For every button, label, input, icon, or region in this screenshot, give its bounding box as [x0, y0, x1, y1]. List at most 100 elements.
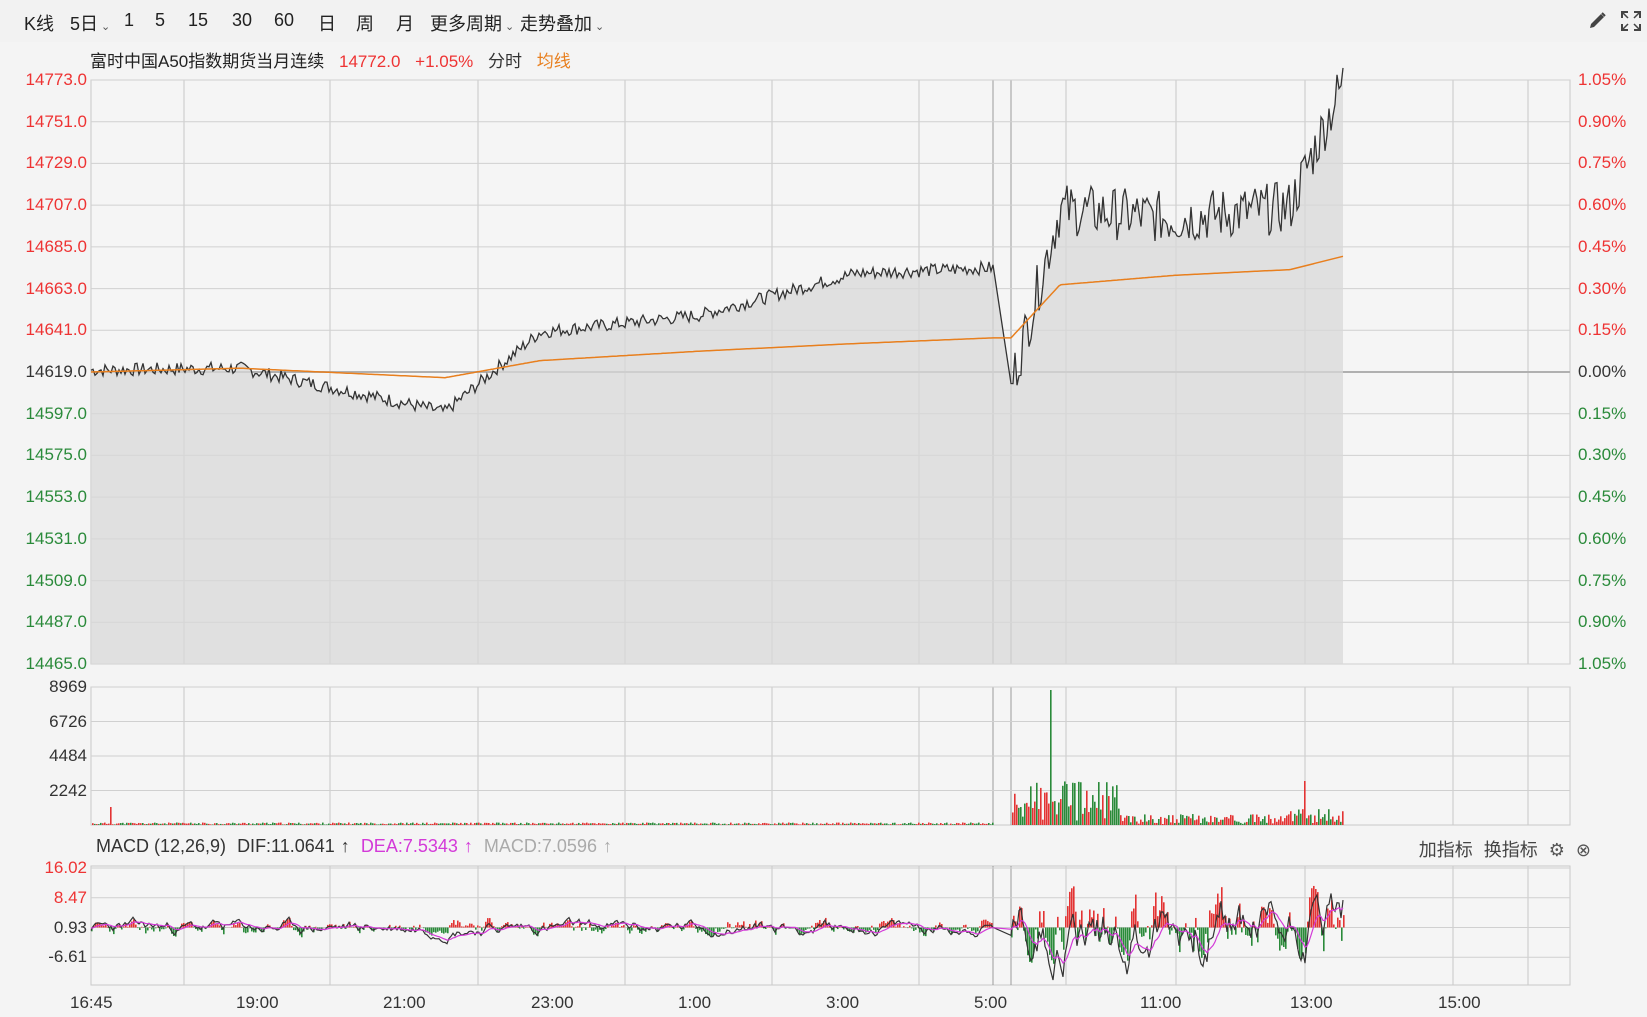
volume-bar [300, 823, 302, 825]
volume-bar [264, 823, 266, 825]
volume-bar [236, 824, 238, 825]
macd-bar [447, 927, 449, 934]
volume-bar [834, 824, 836, 825]
volume-bar [118, 823, 120, 825]
macd-bar [961, 927, 963, 929]
volume-bar [276, 823, 278, 825]
macd-bar [1263, 907, 1265, 928]
volume-bar [516, 824, 518, 825]
volume-bar [556, 823, 558, 825]
volume-bar [968, 823, 970, 825]
price-axis-label: 14641.0 [25, 320, 87, 340]
macd-bar [953, 927, 955, 930]
macd-bar [1143, 927, 1145, 937]
volume-bar [870, 822, 872, 825]
volume-bar [928, 822, 930, 825]
volume-bar [654, 823, 656, 825]
percent-axis-label: 0.75% [1578, 153, 1627, 173]
volume-bar [1320, 818, 1322, 825]
volume-bar [170, 823, 172, 825]
close-icon[interactable]: ⊗ [1576, 840, 1591, 860]
volume-bar [956, 822, 958, 825]
volume-bar [104, 822, 106, 825]
volume-bar [1238, 821, 1240, 825]
volume-bar [1186, 815, 1188, 825]
macd-bar [827, 926, 829, 928]
macd-bar [855, 926, 857, 928]
macd-bar [1195, 917, 1197, 928]
volume-bar [1076, 820, 1078, 825]
volume-bar [910, 822, 912, 825]
volume-bar [590, 823, 592, 825]
volume-bar [218, 824, 220, 825]
volume-bar [248, 823, 250, 825]
volume-bar [306, 823, 308, 825]
volume-bar [422, 822, 424, 825]
volume-bar [682, 823, 684, 825]
macd-bar [523, 927, 525, 929]
volume-bar [856, 823, 858, 825]
volume-bar [990, 824, 992, 825]
volume-bar [922, 822, 924, 825]
macd-bar [1303, 927, 1305, 943]
volume-bar [790, 822, 792, 825]
volume-bar [1252, 814, 1254, 825]
volume-bar [220, 823, 222, 825]
volume-bar [266, 822, 268, 825]
add-indicator-button[interactable]: 加指标 [1419, 840, 1473, 860]
volume-bar [570, 823, 572, 825]
volume-bar [628, 823, 630, 825]
volume-bar [298, 822, 300, 825]
volume-bar [1306, 818, 1308, 825]
macd-bar [457, 920, 459, 928]
volume-bar [846, 823, 848, 825]
macd-bar [939, 922, 941, 928]
volume-bar [376, 824, 378, 825]
volume-bar [1226, 816, 1228, 825]
volume-bar [528, 823, 530, 825]
volume-bar [1138, 823, 1140, 825]
volume-bar [626, 822, 628, 825]
macd-bar [871, 925, 873, 928]
volume-bar [632, 823, 634, 825]
volume-bar [568, 823, 570, 825]
volume-bar [800, 824, 802, 825]
volume-bar [1030, 786, 1032, 825]
volume-bar [1160, 816, 1162, 825]
volume-bar [978, 822, 980, 825]
volume-bar [1318, 809, 1320, 825]
macd-name: MACD (12,26,9) [96, 836, 227, 856]
volume-bar [1182, 815, 1184, 825]
volume-bar [318, 823, 320, 825]
volume-bar [722, 823, 724, 825]
volume-bar [178, 822, 180, 825]
volume-bar [900, 824, 902, 825]
macd-bar [1337, 917, 1339, 928]
volume-bar [384, 824, 386, 825]
volume-bar [564, 824, 566, 825]
macd-bar [489, 918, 491, 928]
volume-bar [524, 824, 526, 825]
volume-bar [868, 823, 870, 825]
macd-bar [869, 927, 871, 930]
volume-bar [1264, 816, 1266, 825]
volume-bar [256, 823, 258, 825]
macd-bar [473, 925, 475, 928]
macd-bar [1217, 893, 1219, 928]
macd-bar [243, 927, 245, 933]
volume-bar [710, 822, 712, 825]
volume-bar [138, 822, 140, 825]
gear-icon[interactable]: ⚙ [1549, 840, 1565, 860]
volume-bar [414, 823, 416, 825]
volume-bar [518, 824, 520, 825]
macd-bar [1211, 913, 1213, 928]
intraday-chart[interactable] [0, 0, 1647, 1017]
macd-bar [1343, 915, 1345, 928]
volume-bar [592, 823, 594, 825]
switch-indicator-button[interactable]: 换指标 [1484, 840, 1538, 860]
macd-bar [433, 927, 435, 933]
macd-bar [593, 927, 595, 931]
volume-bar [720, 824, 722, 825]
volume-bar [252, 823, 254, 825]
volume-bar [918, 822, 920, 825]
